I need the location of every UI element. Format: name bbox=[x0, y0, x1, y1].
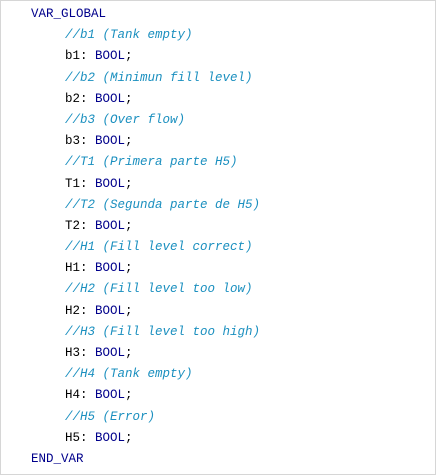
type-bool: BOOL bbox=[95, 430, 126, 445]
comment-b3: //b3 (Over flow) bbox=[65, 112, 186, 127]
var-name-h4: H4: bbox=[65, 388, 96, 403]
keyword-end-var: END_VAR bbox=[31, 451, 84, 466]
type-bool: BOOL bbox=[95, 134, 126, 149]
semicolon: ; bbox=[125, 176, 133, 191]
comment-b1: //b1 (Tank empty) bbox=[65, 28, 193, 43]
type-bool: BOOL bbox=[95, 388, 126, 403]
comment-t2: //T2 (Segunda parte de H5) bbox=[65, 197, 261, 212]
code-line-comment-h3: //H3 (Fill level too high) bbox=[1, 322, 435, 343]
semicolon: ; bbox=[125, 303, 133, 318]
code-editor[interactable]: VAR_GLOBAL //b1 (Tank empty) b1: BOOL; /… bbox=[0, 0, 436, 475]
code-line-comment-t1: //T1 (Primera parte H5) bbox=[1, 152, 435, 173]
code-line-comment-b3: //b3 (Over flow) bbox=[1, 110, 435, 131]
semicolon: ; bbox=[125, 430, 133, 445]
code-line-comment-h1: //H1 (Fill level correct) bbox=[1, 237, 435, 258]
code-lines: VAR_GLOBAL //b1 (Tank empty) b1: BOOL; /… bbox=[1, 4, 435, 470]
var-name-t2: T2: bbox=[65, 218, 96, 233]
comment-t1: //T1 (Primera parte H5) bbox=[65, 155, 238, 170]
var-name-t1: T1: bbox=[65, 176, 96, 191]
var-name-h1: H1: bbox=[65, 261, 96, 276]
semicolon: ; bbox=[125, 49, 133, 64]
var-name-b3: b3: bbox=[65, 134, 96, 149]
type-bool: BOOL bbox=[95, 346, 126, 360]
code-line-comment-b1: //b1 (Tank empty) bbox=[1, 25, 435, 46]
code-line-comment-h2: //H2 (Fill level too low) bbox=[1, 279, 435, 300]
type-bool: BOOL bbox=[95, 49, 126, 64]
var-name-b2: b2: bbox=[65, 91, 96, 106]
code-line-decl-b2: b2: BOOL; bbox=[1, 89, 435, 110]
code-line-decl-b3: b3: BOOL; bbox=[1, 131, 435, 152]
comment-h5: //H5 (Error) bbox=[65, 409, 156, 424]
code-line-decl-t1: T1: BOOL; bbox=[1, 174, 435, 195]
code-line-comment-h4: //H4 (Tank empty) bbox=[1, 364, 435, 385]
code-line-decl-h5: H5: BOOL; bbox=[1, 428, 435, 449]
type-bool: BOOL bbox=[95, 91, 126, 106]
code-line-decl-h3: H3: BOOL; bbox=[1, 343, 435, 364]
type-bool: BOOL bbox=[95, 261, 126, 276]
semicolon: ; bbox=[125, 91, 133, 106]
code-line-comment-b2: //b2 (Minimun fill level) bbox=[1, 68, 435, 89]
code-line-decl-h1: H1: BOOL; bbox=[1, 258, 435, 279]
code-line-comment-h5: //H5 (Error) bbox=[1, 407, 435, 428]
comment-h4: //H4 (Tank empty) bbox=[65, 367, 193, 382]
code-line-comment-t2: //T2 (Segunda parte de H5) bbox=[1, 195, 435, 216]
comment-h3: //H3 (Fill level too high) bbox=[65, 324, 261, 339]
code-line-decl-t2: T2: BOOL; bbox=[1, 216, 435, 237]
var-name-b1: b1: bbox=[65, 49, 96, 64]
keyword-var-global: VAR_GLOBAL bbox=[31, 7, 107, 21]
var-name-h2: H2: bbox=[65, 303, 96, 318]
code-line-decl-h4: H4: BOOL; bbox=[1, 385, 435, 406]
var-name-h5: H5: bbox=[65, 430, 96, 445]
semicolon: ; bbox=[125, 134, 133, 149]
code-line-end-var: END_VAR bbox=[1, 449, 435, 470]
type-bool: BOOL bbox=[95, 176, 126, 191]
code-line-decl-b1: b1: BOOL; bbox=[1, 46, 435, 67]
type-bool: BOOL bbox=[95, 218, 126, 233]
semicolon: ; bbox=[125, 218, 133, 233]
semicolon: ; bbox=[125, 388, 133, 403]
var-name-h3: H3: bbox=[65, 346, 96, 360]
type-bool: BOOL bbox=[95, 303, 126, 318]
code-line-var-global: VAR_GLOBAL bbox=[1, 4, 435, 25]
code-line-decl-h2: H2: BOOL; bbox=[1, 301, 435, 322]
semicolon: ; bbox=[125, 261, 133, 276]
comment-b2: //b2 (Minimun fill level) bbox=[65, 70, 253, 85]
comment-h2: //H2 (Fill level too low) bbox=[65, 282, 253, 297]
comment-h1: //H1 (Fill level correct) bbox=[65, 240, 253, 255]
semicolon: ; bbox=[125, 346, 133, 360]
